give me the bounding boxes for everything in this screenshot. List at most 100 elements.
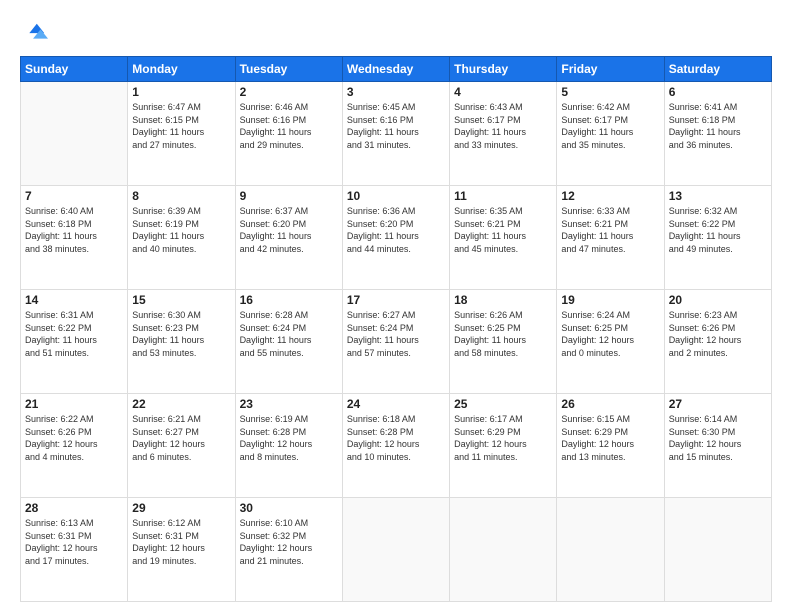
- day-number: 16: [240, 293, 338, 307]
- day-info: Sunrise: 6:35 AM Sunset: 6:21 PM Dayligh…: [454, 205, 552, 255]
- calendar-cell: 6 Sunrise: 6:41 AM Sunset: 6:18 PM Daylig…: [664, 82, 771, 186]
- logo-icon: [20, 20, 48, 48]
- day-number: 3: [347, 85, 445, 99]
- day-number: 23: [240, 397, 338, 411]
- calendar-cell: 22 Sunrise: 6:21 AM Sunset: 6:27 PM Dayli…: [128, 394, 235, 498]
- calendar-cell: [450, 498, 557, 602]
- calendar-cell: 21Sunrise: 6:22 AM Sunset: 6:26 PM Dayli…: [21, 394, 128, 498]
- day-info: Sunrise: 6:27 AM Sunset: 6:24 PM Dayligh…: [347, 309, 445, 359]
- day-info: Sunrise: 6:43 AM Sunset: 6:17 PM Dayligh…: [454, 101, 552, 151]
- calendar-cell: 20 Sunrise: 6:23 AM Sunset: 6:26 PM Dayli…: [664, 290, 771, 394]
- day-number: 8: [132, 189, 230, 203]
- day-number: 20: [669, 293, 767, 307]
- calendar-week-1: 1 Sunrise: 6:47 AM Sunset: 6:15 PM Daylig…: [21, 82, 772, 186]
- day-number: 9: [240, 189, 338, 203]
- day-number: 5: [561, 85, 659, 99]
- day-info: Sunrise: 6:36 AM Sunset: 6:20 PM Dayligh…: [347, 205, 445, 255]
- day-info: Sunrise: 6:24 AM Sunset: 6:25 PM Dayligh…: [561, 309, 659, 359]
- day-number: 24: [347, 397, 445, 411]
- calendar-cell: 17 Sunrise: 6:27 AM Sunset: 6:24 PM Dayli…: [342, 290, 449, 394]
- day-number: 26: [561, 397, 659, 411]
- calendar-cell: 4 Sunrise: 6:43 AM Sunset: 6:17 PM Daylig…: [450, 82, 557, 186]
- day-info: Sunrise: 6:40 AM Sunset: 6:18 PM Dayligh…: [25, 205, 123, 255]
- day-number: 1: [132, 85, 230, 99]
- weekday-header-saturday: Saturday: [664, 57, 771, 82]
- calendar-cell: 19 Sunrise: 6:24 AM Sunset: 6:25 PM Dayli…: [557, 290, 664, 394]
- day-number: 25: [454, 397, 552, 411]
- calendar-cell: 11Sunrise: 6:35 AM Sunset: 6:21 PM Dayli…: [450, 186, 557, 290]
- calendar-cell: 9 Sunrise: 6:37 AM Sunset: 6:20 PM Daylig…: [235, 186, 342, 290]
- calendar-cell: 14Sunrise: 6:31 AM Sunset: 6:22 PM Dayli…: [21, 290, 128, 394]
- day-info: Sunrise: 6:33 AM Sunset: 6:21 PM Dayligh…: [561, 205, 659, 255]
- header: [20, 16, 772, 48]
- day-info: Sunrise: 6:45 AM Sunset: 6:16 PM Dayligh…: [347, 101, 445, 151]
- day-info: Sunrise: 6:32 AM Sunset: 6:22 PM Dayligh…: [669, 205, 767, 255]
- day-number: 2: [240, 85, 338, 99]
- day-number: 4: [454, 85, 552, 99]
- calendar-cell: 25 Sunrise: 6:17 AM Sunset: 6:29 PM Dayli…: [450, 394, 557, 498]
- day-info: Sunrise: 6:37 AM Sunset: 6:20 PM Dayligh…: [240, 205, 338, 255]
- day-info: Sunrise: 6:41 AM Sunset: 6:18 PM Dayligh…: [669, 101, 767, 151]
- logo: [20, 20, 52, 48]
- day-number: 13: [669, 189, 767, 203]
- calendar-cell: 3 Sunrise: 6:45 AM Sunset: 6:16 PM Daylig…: [342, 82, 449, 186]
- day-info: Sunrise: 6:19 AM Sunset: 6:28 PM Dayligh…: [240, 413, 338, 463]
- weekday-header-monday: Monday: [128, 57, 235, 82]
- calendar-cell: 30 Sunrise: 6:10 AM Sunset: 6:32 PM Dayli…: [235, 498, 342, 602]
- calendar-cell: [342, 498, 449, 602]
- calendar-cell: 16 Sunrise: 6:28 AM Sunset: 6:24 PM Dayli…: [235, 290, 342, 394]
- day-info: Sunrise: 6:39 AM Sunset: 6:19 PM Dayligh…: [132, 205, 230, 255]
- calendar-cell: 5 Sunrise: 6:42 AM Sunset: 6:17 PM Daylig…: [557, 82, 664, 186]
- day-info: Sunrise: 6:23 AM Sunset: 6:26 PM Dayligh…: [669, 309, 767, 359]
- day-number: 21: [25, 397, 123, 411]
- calendar-cell: 2 Sunrise: 6:46 AM Sunset: 6:16 PM Daylig…: [235, 82, 342, 186]
- weekday-header-wednesday: Wednesday: [342, 57, 449, 82]
- calendar-week-4: 21Sunrise: 6:22 AM Sunset: 6:26 PM Dayli…: [21, 394, 772, 498]
- calendar-cell: 13 Sunrise: 6:32 AM Sunset: 6:22 PM Dayli…: [664, 186, 771, 290]
- day-info: Sunrise: 6:46 AM Sunset: 6:16 PM Dayligh…: [240, 101, 338, 151]
- calendar-week-3: 14Sunrise: 6:31 AM Sunset: 6:22 PM Dayli…: [21, 290, 772, 394]
- day-number: 30: [240, 501, 338, 515]
- day-info: Sunrise: 6:42 AM Sunset: 6:17 PM Dayligh…: [561, 101, 659, 151]
- calendar-cell: 15Sunrise: 6:30 AM Sunset: 6:23 PM Dayli…: [128, 290, 235, 394]
- weekday-header-sunday: Sunday: [21, 57, 128, 82]
- weekday-header-friday: Friday: [557, 57, 664, 82]
- calendar-cell: 8 Sunrise: 6:39 AM Sunset: 6:19 PM Daylig…: [128, 186, 235, 290]
- day-info: Sunrise: 6:47 AM Sunset: 6:15 PM Dayligh…: [132, 101, 230, 151]
- calendar-cell: 26Sunrise: 6:15 AM Sunset: 6:29 PM Dayli…: [557, 394, 664, 498]
- calendar-cell: 28Sunrise: 6:13 AM Sunset: 6:31 PM Dayli…: [21, 498, 128, 602]
- day-info: Sunrise: 6:14 AM Sunset: 6:30 PM Dayligh…: [669, 413, 767, 463]
- day-info: Sunrise: 6:21 AM Sunset: 6:27 PM Dayligh…: [132, 413, 230, 463]
- calendar-week-5: 28Sunrise: 6:13 AM Sunset: 6:31 PM Dayli…: [21, 498, 772, 602]
- weekday-header-thursday: Thursday: [450, 57, 557, 82]
- day-number: 19: [561, 293, 659, 307]
- day-number: 22: [132, 397, 230, 411]
- day-number: 28: [25, 501, 123, 515]
- calendar-cell: 10 Sunrise: 6:36 AM Sunset: 6:20 PM Dayli…: [342, 186, 449, 290]
- calendar-cell: 18Sunrise: 6:26 AM Sunset: 6:25 PM Dayli…: [450, 290, 557, 394]
- day-number: 10: [347, 189, 445, 203]
- day-number: 18: [454, 293, 552, 307]
- day-number: 12: [561, 189, 659, 203]
- calendar-cell: [21, 82, 128, 186]
- page: SundayMondayTuesdayWednesdayThursdayFrid…: [0, 0, 792, 612]
- day-number: 29: [132, 501, 230, 515]
- calendar-cell: 27 Sunrise: 6:14 AM Sunset: 6:30 PM Dayli…: [664, 394, 771, 498]
- calendar-cell: 12 Sunrise: 6:33 AM Sunset: 6:21 PM Dayli…: [557, 186, 664, 290]
- day-info: Sunrise: 6:12 AM Sunset: 6:31 PM Dayligh…: [132, 517, 230, 567]
- day-number: 17: [347, 293, 445, 307]
- day-info: Sunrise: 6:17 AM Sunset: 6:29 PM Dayligh…: [454, 413, 552, 463]
- day-info: Sunrise: 6:28 AM Sunset: 6:24 PM Dayligh…: [240, 309, 338, 359]
- day-number: 15: [132, 293, 230, 307]
- calendar-cell: 1 Sunrise: 6:47 AM Sunset: 6:15 PM Daylig…: [128, 82, 235, 186]
- day-number: 27: [669, 397, 767, 411]
- day-info: Sunrise: 6:10 AM Sunset: 6:32 PM Dayligh…: [240, 517, 338, 567]
- calendar-cell: 24 Sunrise: 6:18 AM Sunset: 6:28 PM Dayli…: [342, 394, 449, 498]
- day-info: Sunrise: 6:18 AM Sunset: 6:28 PM Dayligh…: [347, 413, 445, 463]
- calendar-week-2: 7Sunrise: 6:40 AM Sunset: 6:18 PM Daylig…: [21, 186, 772, 290]
- calendar-cell: [664, 498, 771, 602]
- day-number: 6: [669, 85, 767, 99]
- day-info: Sunrise: 6:31 AM Sunset: 6:22 PM Dayligh…: [25, 309, 123, 359]
- calendar: SundayMondayTuesdayWednesdayThursdayFrid…: [20, 56, 772, 602]
- weekday-header-tuesday: Tuesday: [235, 57, 342, 82]
